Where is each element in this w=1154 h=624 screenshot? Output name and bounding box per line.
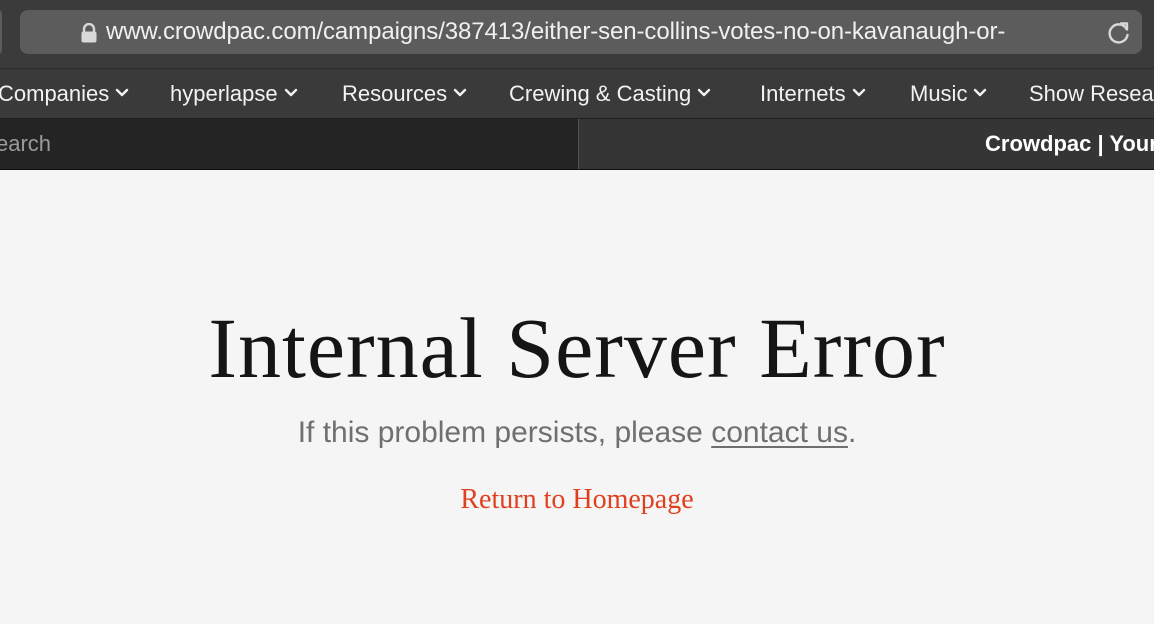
url-fade	[1032, 10, 1092, 54]
error-message-period: .	[847, 416, 857, 449]
url-text[interactable]: www.crowdpac.com/campaigns/387413/either…	[106, 10, 1086, 54]
bookmark-folder-internets[interactable]: Internets	[760, 69, 866, 118]
bookmark-label: Show Resea	[1029, 81, 1154, 106]
page-title: Internal Server Error	[208, 300, 946, 396]
bookmark-label: Internets	[760, 81, 846, 106]
bookmark-label: Resources	[342, 81, 448, 106]
bookmark-folder-music[interactable]: Music	[910, 69, 987, 118]
bookmark-label: Crewing & Casting	[509, 81, 692, 106]
tab-title: earch	[0, 131, 52, 156]
tab-search[interactable]: earch	[0, 119, 579, 169]
page-content: Internal Server Error If this problem pe…	[0, 170, 1154, 624]
tab-title: Crowdpac | Your	[985, 131, 1154, 156]
return-to-homepage-link[interactable]: Return to Homepage	[0, 480, 1154, 520]
chevron-down-icon	[453, 88, 467, 97]
bookmark-label: Music	[910, 81, 968, 106]
chevron-down-icon	[697, 88, 711, 97]
tab-crowdpac-active[interactable]: Crowdpac | Your	[579, 119, 1154, 169]
bookmarks-bar: Companies hyperlapse Resources Crewing &…	[0, 69, 1154, 119]
bookmark-folder-show-research[interactable]: Show Resea	[1029, 69, 1154, 118]
error-message-text: If this problem persists, please	[297, 416, 712, 449]
lock-icon	[80, 22, 98, 43]
bookmark-label: Companies	[0, 81, 110, 106]
bookmark-folder-resources[interactable]: Resources	[342, 69, 467, 118]
address-bar[interactable]: www.crowdpac.com/campaigns/387413/either…	[20, 10, 1142, 54]
chevron-down-icon	[284, 88, 297, 97]
chevron-down-icon	[852, 88, 865, 97]
chevron-down-icon	[116, 88, 129, 97]
chevron-down-icon	[974, 88, 987, 97]
error-message: If this problem persists, please contact…	[0, 413, 1154, 453]
bookmark-folder-companies[interactable]: Companies	[0, 69, 129, 118]
bookmark-label: hyperlapse	[170, 81, 278, 106]
bookmark-folder-hyperlapse[interactable]: hyperlapse	[170, 69, 298, 118]
browser-toolbar: www.crowdpac.com/campaigns/387413/either…	[0, 0, 1154, 69]
tab-bar: earch Crowdpac | Your	[0, 119, 1154, 170]
reload-icon[interactable]	[1106, 20, 1132, 46]
bookmark-folder-crewing-casting[interactable]: Crewing & Casting	[509, 69, 711, 118]
contact-us-link[interactable]: contact us	[711, 416, 848, 449]
sidebar-toggle-edge[interactable]	[0, 10, 2, 54]
